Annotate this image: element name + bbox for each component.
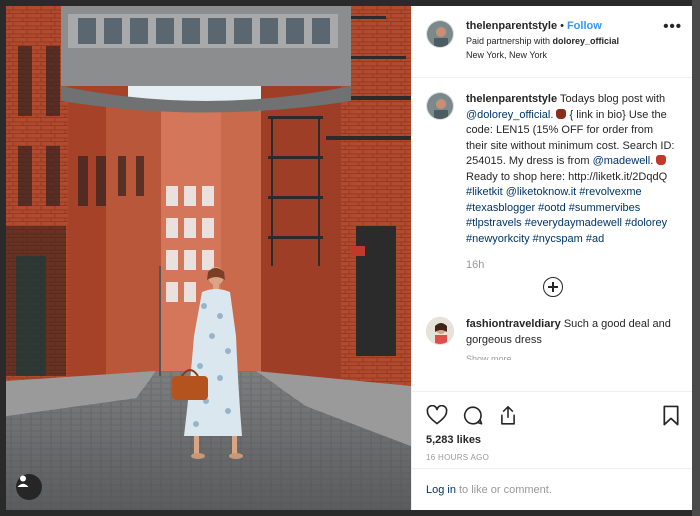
dress-emoji-icon bbox=[656, 155, 667, 165]
caption-item: thelenparentstyle Todays blog post with … bbox=[426, 92, 680, 247]
mention-link[interactable]: @liketoknow.it bbox=[506, 186, 576, 198]
post-details-panel: thelenparentstyle • Follow Paid partnershi… bbox=[411, 6, 692, 510]
hashtag-link[interactable]: #liketkit bbox=[466, 186, 503, 198]
author-username[interactable]: thelenparentstyle bbox=[466, 20, 557, 32]
background-page-edge bbox=[692, 0, 700, 516]
plus-circle-icon[interactable] bbox=[543, 277, 563, 297]
bookmark-icon[interactable] bbox=[662, 405, 680, 426]
comment-bubble-icon[interactable] bbox=[462, 405, 484, 426]
hashtag-link[interactable]: #summervibes bbox=[569, 202, 641, 214]
hashtag-link[interactable]: #revolvexme bbox=[579, 186, 641, 198]
caption-text: thelenparentstyle Todays blog post with … bbox=[466, 92, 676, 247]
partner-link[interactable]: dolorey_official bbox=[553, 36, 620, 46]
commenter-avatar[interactable] bbox=[426, 317, 454, 345]
location-link[interactable]: New York, New York bbox=[466, 49, 619, 62]
caption-part: Todays blog post with bbox=[559, 93, 666, 105]
separator-dot: • bbox=[560, 20, 564, 32]
login-prompt: Log in to like or comment. bbox=[412, 468, 692, 510]
caption-username[interactable]: thelenparentstyle bbox=[466, 93, 557, 105]
person-icon bbox=[17, 475, 29, 487]
hashtag-link[interactable]: #dolorey bbox=[625, 217, 667, 229]
commenter-username[interactable]: fashiontraveldiary bbox=[466, 318, 561, 330]
caption-avatar[interactable] bbox=[426, 92, 454, 120]
load-more-comments bbox=[426, 277, 680, 297]
hashtag-link[interactable]: #tlpstravels bbox=[466, 217, 522, 229]
street-scene-image bbox=[6, 6, 411, 510]
follow-button[interactable]: Follow bbox=[567, 20, 602, 32]
login-prompt-text: to like or comment. bbox=[458, 483, 552, 496]
hashtag-link[interactable]: #ootd bbox=[538, 202, 566, 214]
action-icons-row bbox=[412, 392, 692, 428]
likes-count[interactable]: 5,283 likes bbox=[412, 434, 692, 446]
more-options-icon[interactable]: ••• bbox=[663, 19, 682, 34]
paid-partnership-label: Paid partnership with bbox=[466, 36, 553, 46]
comments-section: thelenparentstyle Todays blog post with … bbox=[412, 78, 692, 391]
post-date[interactable]: 16 HOURS AGO bbox=[412, 453, 692, 462]
login-link[interactable]: Log in bbox=[426, 484, 456, 496]
comment-item: fashiontraveldiary Such a good deal and … bbox=[426, 317, 680, 348]
hashtag-link[interactable]: #newyorkcity bbox=[466, 233, 530, 245]
author-avatar[interactable] bbox=[426, 20, 454, 48]
share-icon[interactable] bbox=[498, 405, 518, 426]
hashtag-link[interactable]: #ad bbox=[586, 233, 604, 245]
comment-text: fashiontraveldiary Such a good deal and … bbox=[466, 317, 676, 348]
mention-link[interactable]: @madewell bbox=[593, 155, 651, 167]
hashtag-link[interactable]: #nycspam bbox=[533, 233, 583, 245]
post-modal: thelenparentstyle • Follow Paid partnershi… bbox=[6, 6, 692, 510]
caption-timestamp[interactable]: 16h bbox=[466, 259, 680, 271]
post-header: thelenparentstyle • Follow Paid partnershi… bbox=[412, 6, 692, 78]
mention-link[interactable]: @dolorey_official bbox=[466, 109, 550, 121]
heart-icon[interactable] bbox=[426, 405, 448, 425]
user-tag-icon[interactable] bbox=[16, 474, 42, 500]
hashtag-link[interactable]: #texasblogger bbox=[466, 202, 535, 214]
hashtag-link[interactable]: #everydaymadewell bbox=[525, 217, 622, 229]
post-photo[interactable] bbox=[6, 6, 411, 510]
caption-part: Ready to shop here: http://liketk.it/2Dq… bbox=[466, 170, 668, 183]
bag-emoji-icon bbox=[556, 108, 567, 119]
cut-off-comment: Show more bbox=[466, 354, 512, 360]
post-actions: 5,283 likes 16 HOURS AGO Log in to like … bbox=[412, 391, 692, 510]
